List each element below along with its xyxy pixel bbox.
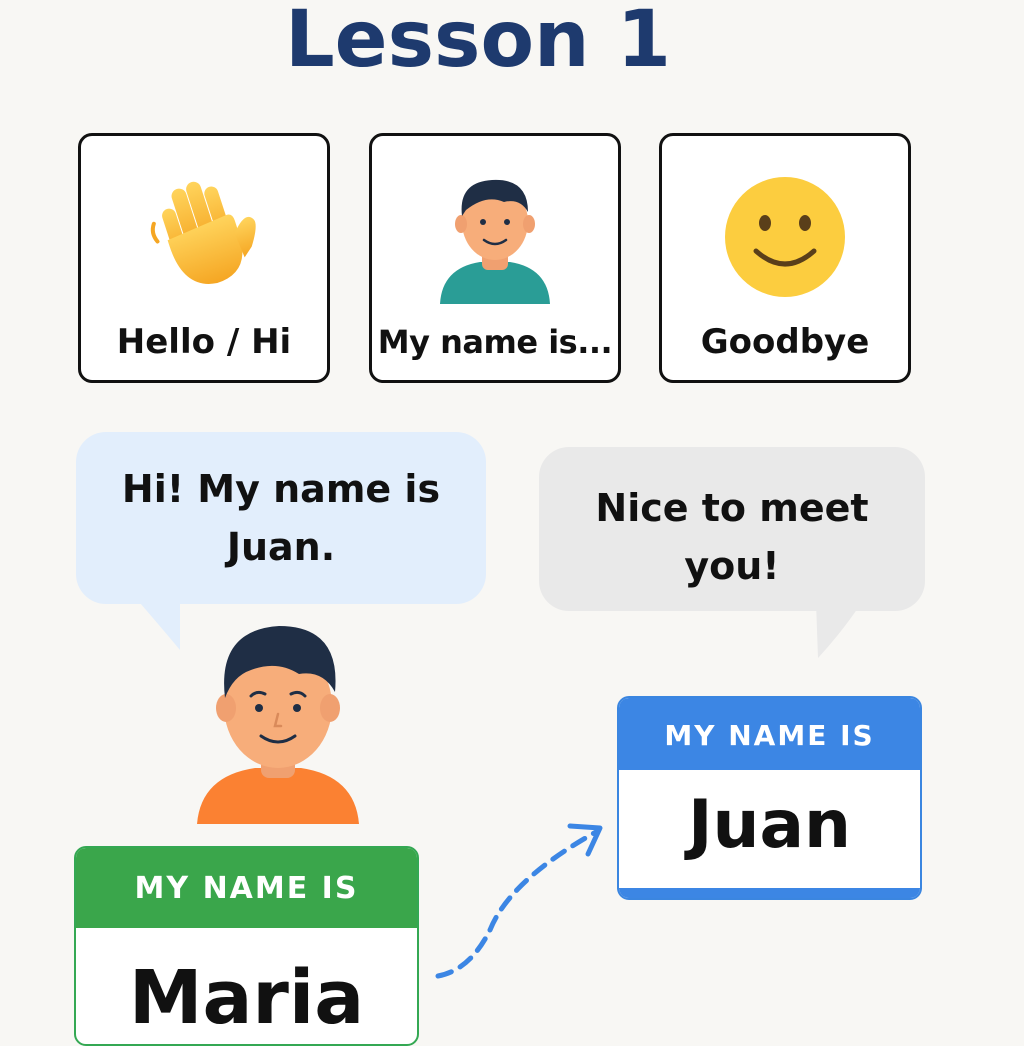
- name-tag-header: MY NAME IS: [76, 848, 417, 928]
- name-tag-name: Maria: [128, 955, 365, 1041]
- card-hello[interactable]: Hello / Hi: [78, 133, 330, 383]
- card-label: My name is...: [377, 323, 613, 361]
- bubble-line: Hi! My name is: [121, 467, 441, 511]
- waving-hand-icon: [81, 164, 327, 304]
- lesson-title: Lesson 1: [284, 0, 671, 85]
- speech-tail-icon: [816, 602, 862, 658]
- speech-bubble-reply: Nice to meet you!: [539, 447, 925, 611]
- card-my-name-is[interactable]: My name is...: [369, 133, 621, 383]
- name-tag-maria: MY NAME IS Maria: [74, 846, 419, 1046]
- speech-bubble-juan: Hi! My name is Juan.: [76, 432, 486, 604]
- boy-avatar-icon: [197, 626, 359, 824]
- smiley-face-icon: [662, 164, 908, 304]
- bubble-line: Nice to meet: [595, 486, 869, 530]
- card-label: Hello / Hi: [116, 322, 292, 362]
- card-goodbye[interactable]: Goodbye: [659, 133, 911, 383]
- person-icon: [372, 164, 618, 304]
- card-label: Goodbye: [700, 322, 870, 362]
- bubble-line: you!: [684, 544, 780, 588]
- name-tag-footer-strip: [619, 888, 920, 898]
- name-tag-header: MY NAME IS: [619, 698, 920, 770]
- dashed-arrow-icon: [435, 823, 603, 979]
- speech-tail-icon: [134, 596, 180, 650]
- bubble-line: Juan.: [226, 525, 336, 569]
- name-tag-name: Juan: [687, 786, 852, 863]
- name-tag-juan: MY NAME IS Juan: [617, 696, 922, 900]
